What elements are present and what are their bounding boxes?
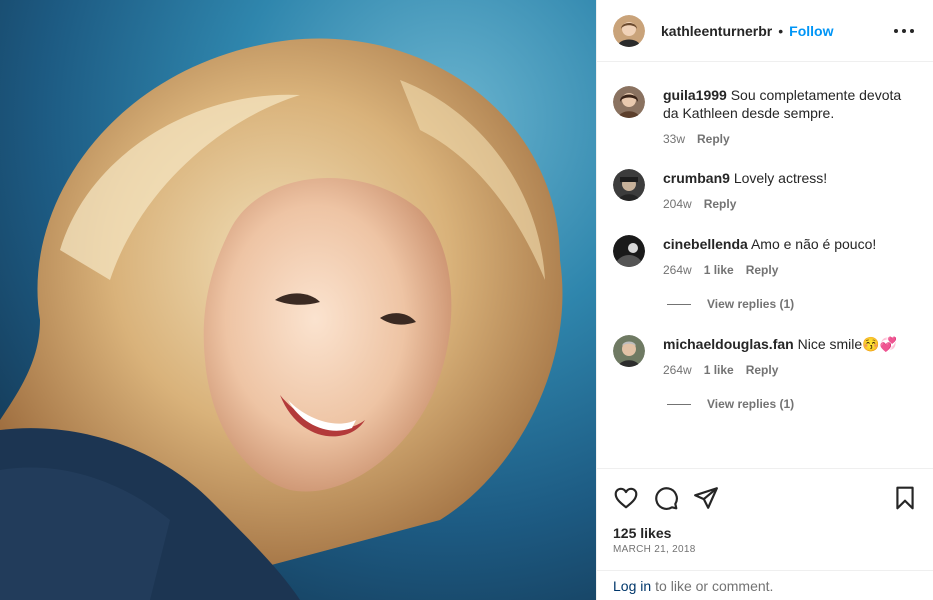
comment-username[interactable]: crumban9	[663, 170, 730, 186]
share-icon[interactable]	[693, 485, 719, 511]
commenter-avatar[interactable]	[613, 169, 645, 201]
view-replies-button[interactable]: View replies (1)	[667, 397, 794, 411]
comment-message: Amo e não é pouco!	[750, 236, 877, 252]
view-replies-label: View replies (1)	[707, 297, 795, 311]
post-date: MARCH 21, 2018	[613, 544, 696, 555]
comment-text: guila1999 Sou completamente devota da Ka…	[663, 86, 913, 122]
comment-text: michaeldouglas.fan Nice smile😚💞	[663, 335, 913, 353]
author-avatar[interactable]	[613, 14, 645, 47]
reply-button[interactable]: Reply	[704, 197, 737, 211]
comment-likes[interactable]: 1 like	[704, 363, 734, 377]
comment-username[interactable]: guila1999	[663, 87, 727, 103]
comment-time[interactable]: 33w	[663, 132, 685, 146]
view-replies-line	[667, 403, 691, 405]
view-replies-button[interactable]: View replies (1)	[667, 297, 794, 311]
login-text: to like or comment.	[655, 577, 774, 594]
post-header: kathleenturnerbr • Follow	[597, 0, 933, 62]
comment-text: crumban9 Lovely actress!	[663, 169, 913, 187]
comment-message: Nice smile😚💞	[797, 336, 898, 352]
comment-time[interactable]: 264w	[663, 363, 692, 377]
post-actions: 125 likes MARCH 21, 2018	[597, 468, 933, 570]
comment-username[interactable]: michaeldouglas.fan	[663, 336, 794, 352]
comments-list[interactable]: guila1999 Sou completamente devota da Ka…	[597, 62, 933, 468]
comment-item: crumban9 Lovely actress! 204w Reply	[613, 169, 918, 211]
separator-dot: •	[778, 22, 784, 39]
comment-item: michaeldouglas.fan Nice smile😚💞 264w 1 l…	[613, 335, 918, 377]
comment-likes[interactable]: 1 like	[704, 263, 734, 277]
likes-count[interactable]: 125 likes	[613, 525, 671, 541]
commenter-avatar[interactable]	[613, 335, 645, 367]
view-replies-line	[667, 303, 691, 305]
comment-meta: 33w Reply	[663, 132, 913, 146]
login-link[interactable]: Log in	[613, 578, 651, 594]
reply-button[interactable]: Reply	[746, 263, 779, 277]
follow-button[interactable]: Follow	[789, 23, 833, 39]
post-photo[interactable]	[0, 0, 596, 600]
commenter-avatar[interactable]	[613, 235, 645, 267]
bookmark-icon[interactable]	[892, 485, 918, 511]
login-prompt: Log in to like or comment.	[597, 570, 933, 600]
reply-button[interactable]: Reply	[746, 363, 779, 377]
heart-icon[interactable]	[613, 485, 639, 511]
comment-username[interactable]: cinebellenda	[663, 236, 748, 252]
comment-message: Lovely actress!	[733, 170, 828, 186]
comment-meta: 204w Reply	[663, 197, 913, 211]
comment-item: cinebellenda Amo e não é pouco! 264w 1 l…	[613, 235, 918, 277]
comment-icon[interactable]	[653, 485, 679, 511]
view-replies-label: View replies (1)	[707, 397, 795, 411]
comment-time[interactable]: 204w	[663, 197, 692, 211]
reply-button[interactable]: Reply	[697, 132, 730, 146]
comment-meta: 264w 1 like Reply	[663, 263, 913, 277]
author-username[interactable]: kathleenturnerbr	[661, 23, 772, 39]
commenter-avatar[interactable]	[613, 86, 645, 118]
comment-text: cinebellenda Amo e não é pouco!	[663, 235, 913, 253]
more-options-icon[interactable]	[894, 22, 914, 40]
comment-time[interactable]: 264w	[663, 263, 692, 277]
comment-meta: 264w 1 like Reply	[663, 363, 913, 377]
post-panel: kathleenturnerbr • Follow guila1999 Sou …	[596, 0, 933, 600]
comment-item: guila1999 Sou completamente devota da Ka…	[613, 86, 918, 146]
